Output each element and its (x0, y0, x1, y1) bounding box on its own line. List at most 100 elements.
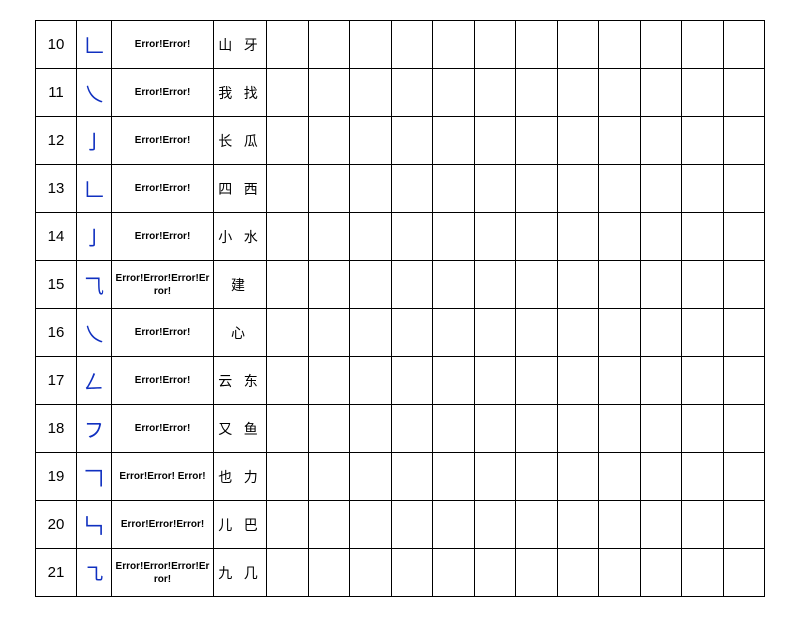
blank-cell (350, 549, 392, 597)
blank-cell (557, 309, 599, 357)
blank-cell (557, 21, 599, 69)
blank-cell (599, 69, 641, 117)
blank-cell (433, 165, 475, 213)
stroke-glyph: 𠃊 (77, 165, 112, 213)
row-number: 11 (36, 69, 77, 117)
blank-cell (474, 453, 516, 501)
blank-cell (267, 405, 309, 453)
blank-cell (433, 453, 475, 501)
table-row: 12亅Error!Error!长 瓜 (36, 117, 765, 165)
blank-cell (516, 501, 558, 549)
blank-cell (267, 501, 309, 549)
blank-cell (474, 501, 516, 549)
table-row: 17𠃋Error!Error!云 东 (36, 357, 765, 405)
blank-cell (599, 21, 641, 69)
blank-cell (308, 117, 350, 165)
table-row: 18フError!Error!又 鱼 (36, 405, 765, 453)
blank-cell (599, 165, 641, 213)
blank-cell (391, 309, 433, 357)
blank-cell (391, 261, 433, 309)
blank-cell (557, 357, 599, 405)
example-chars: 心 (214, 309, 267, 357)
blank-cell (640, 453, 682, 501)
blank-cell (640, 405, 682, 453)
blank-cell (723, 117, 765, 165)
blank-cell (391, 405, 433, 453)
error-text: Error!Error!Error!Error! (112, 549, 214, 597)
strokes-table: 10𠃊Error!Error!山 牙11乀Error!Error!我 找12亅E… (35, 20, 765, 597)
blank-cell (308, 549, 350, 597)
blank-cell (308, 69, 350, 117)
blank-cell (308, 405, 350, 453)
row-number: 17 (36, 357, 77, 405)
blank-cell (391, 453, 433, 501)
blank-cell (267, 357, 309, 405)
blank-cell (723, 165, 765, 213)
error-text: Error!Error! Error! (112, 453, 214, 501)
table-row: 20𠃑Error!Error!Error!儿 巴 (36, 501, 765, 549)
blank-cell (350, 501, 392, 549)
blank-cell (474, 165, 516, 213)
blank-cell (599, 453, 641, 501)
blank-cell (516, 405, 558, 453)
error-text: Error!Error! (112, 213, 214, 261)
blank-cell (599, 309, 641, 357)
blank-cell (723, 357, 765, 405)
blank-cell (682, 165, 724, 213)
example-chars: 九 几 (214, 549, 267, 597)
blank-cell (391, 501, 433, 549)
error-text: Error!Error! (112, 117, 214, 165)
blank-cell (391, 69, 433, 117)
stroke-glyph: 亅 (77, 117, 112, 165)
blank-cell (682, 501, 724, 549)
blank-cell (308, 213, 350, 261)
blank-cell (350, 309, 392, 357)
blank-cell (267, 261, 309, 309)
blank-cell (308, 357, 350, 405)
stroke-glyph: 乀 (77, 69, 112, 117)
blank-cell (474, 213, 516, 261)
blank-cell (350, 21, 392, 69)
example-chars: 四 西 (214, 165, 267, 213)
blank-cell (267, 165, 309, 213)
table-row: 15⺄Error!Error!Error!Error!建 (36, 261, 765, 309)
blank-cell (350, 117, 392, 165)
blank-cell (350, 165, 392, 213)
blank-cell (723, 453, 765, 501)
blank-cell (682, 357, 724, 405)
blank-cell (474, 309, 516, 357)
row-number: 19 (36, 453, 77, 501)
blank-cell (557, 501, 599, 549)
blank-cell (557, 261, 599, 309)
blank-cell (267, 453, 309, 501)
blank-cell (640, 357, 682, 405)
error-text: Error!Error! (112, 309, 214, 357)
blank-cell (557, 549, 599, 597)
blank-cell (267, 117, 309, 165)
blank-cell (516, 69, 558, 117)
blank-cell (599, 405, 641, 453)
row-number: 14 (36, 213, 77, 261)
blank-cell (516, 213, 558, 261)
error-text: Error!Error! (112, 405, 214, 453)
blank-cell (433, 213, 475, 261)
stroke-glyph: 𠃑 (77, 501, 112, 549)
blank-cell (640, 69, 682, 117)
blank-cell (350, 69, 392, 117)
stroke-glyph: 乀 (77, 309, 112, 357)
table-row: 19𠃍Error!Error! Error!也 力 (36, 453, 765, 501)
blank-cell (308, 21, 350, 69)
error-text: Error!Error! (112, 69, 214, 117)
blank-cell (640, 261, 682, 309)
blank-cell (391, 165, 433, 213)
blank-cell (267, 69, 309, 117)
error-text: Error!Error! (112, 165, 214, 213)
blank-cell (350, 453, 392, 501)
table-row: 16乀Error!Error!心 (36, 309, 765, 357)
blank-cell (350, 405, 392, 453)
blank-cell (308, 501, 350, 549)
blank-cell (267, 21, 309, 69)
blank-cell (682, 117, 724, 165)
example-chars: 小 水 (214, 213, 267, 261)
row-number: 15 (36, 261, 77, 309)
